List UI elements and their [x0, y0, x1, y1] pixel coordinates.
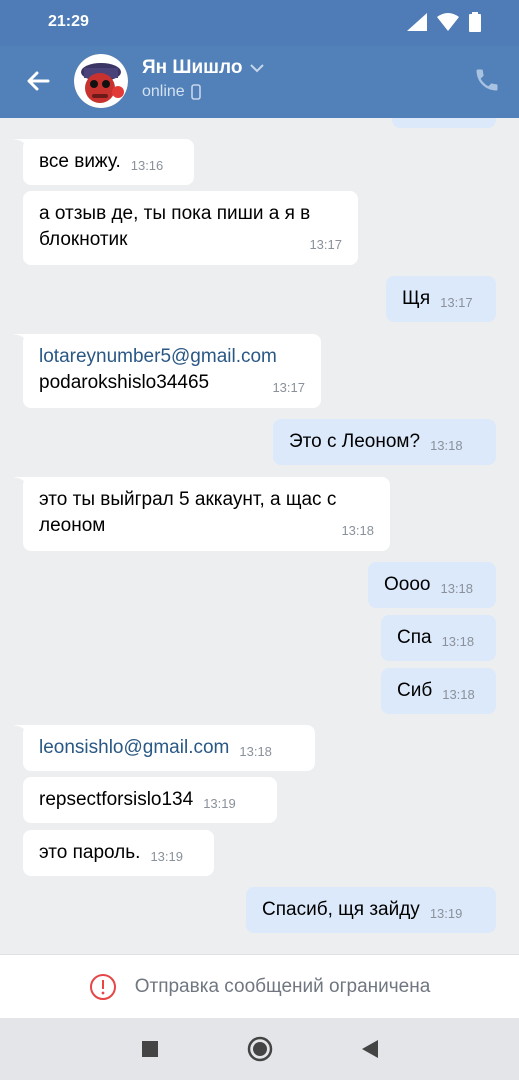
- message-text: а отзыв де, ты пока пиши а я в: [39, 203, 311, 224]
- message-bubble[interactable]: это пароль. 13:19: [23, 830, 214, 876]
- system-nav-bar: [0, 1018, 519, 1080]
- restriction-text: Отправка сообщений ограничена: [134, 975, 431, 997]
- message-bubble[interactable]: lotareynumber5@gmail.com podarokshislo34…: [14, 334, 321, 408]
- status-bar: 21:29: [0, 0, 519, 46]
- message-text: все вижу.: [39, 151, 121, 172]
- message-time: 13:17: [309, 237, 342, 252]
- message-text: блокнотик: [39, 229, 128, 250]
- avatar[interactable]: [74, 54, 128, 108]
- message-text: это ты выйграл 5 аккаунт, а щас с: [39, 489, 337, 510]
- message-text: Оооо: [384, 574, 431, 595]
- back-nav-button[interactable]: [355, 1034, 385, 1064]
- message-time: 13:18: [442, 687, 475, 702]
- message-bubble[interactable]: Спа 13:18: [381, 615, 496, 661]
- message-text: Щя: [402, 288, 431, 309]
- call-button[interactable]: [473, 66, 501, 94]
- message-bubble[interactable]: Это с Леоном? 13:18: [273, 419, 496, 465]
- message-time: 13:18: [239, 744, 272, 759]
- message-bubble[interactable]: Сиб 13:18: [381, 668, 496, 714]
- wifi-icon: [437, 13, 459, 31]
- signal-icon: [407, 13, 427, 31]
- chat-header: Ян Шишло online: [0, 46, 519, 118]
- message-text: леоном: [39, 515, 106, 536]
- message-bubble[interactable]: repsectforsislo134 13:19: [23, 777, 277, 823]
- contact-name-label: Ян Шишло: [142, 57, 243, 78]
- message-time: 13:19: [429, 906, 463, 921]
- battery-icon: [469, 12, 481, 32]
- home-button[interactable]: [245, 1034, 275, 1064]
- messaging-restricted-bar: Отправка сообщений ограничена: [0, 954, 519, 1018]
- contact-name[interactable]: Ян Шишло: [142, 57, 265, 79]
- message-bubble[interactable]: Щя 13:17: [386, 276, 496, 322]
- chevron-down-icon: [250, 64, 265, 73]
- recents-button[interactable]: [135, 1034, 165, 1064]
- message-bubble[interactable]: Спасиб, щя зайду 13:19: [246, 887, 496, 933]
- message-list[interactable]: все вижу. 13:16 а отзыв де, ты пока пиши …: [0, 118, 519, 954]
- message-text: Это с Леоном?: [289, 431, 421, 452]
- status-icons: [407, 12, 481, 32]
- contact-status-label: online: [142, 83, 185, 100]
- back-button[interactable]: [22, 65, 54, 97]
- contact-status: online: [142, 83, 201, 101]
- message-text: это пароль.: [39, 842, 141, 863]
- message-text: Спасиб, щя зайду: [262, 899, 420, 920]
- message-text: Сиб: [397, 680, 433, 701]
- message-time: 13:18: [430, 438, 463, 453]
- circle-icon: [247, 1036, 272, 1062]
- message-text: repsectforsislo134: [39, 789, 194, 810]
- avatar-image: [74, 54, 128, 108]
- message-time: 13:17: [440, 295, 473, 310]
- message-time: 13:16: [130, 158, 164, 173]
- message-time: 13:19: [150, 849, 183, 864]
- message-time: 13:18: [341, 523, 374, 538]
- message-time: 13:18: [441, 634, 475, 649]
- message-text: podarokshislo34465: [39, 372, 210, 393]
- message-time: 13:19: [203, 796, 236, 811]
- status-time: 21:29: [48, 13, 89, 30]
- message-time: 13:17: [272, 380, 305, 395]
- message-text: Спа: [397, 627, 432, 648]
- message-bubble[interactable]: это ты выйграл 5 аккаунт, а щас с леоном…: [14, 477, 390, 551]
- arrow-left-icon: [27, 71, 50, 91]
- partial-message: [392, 118, 496, 128]
- message-email-link[interactable]: lotareynumber5@gmail.com: [39, 344, 305, 370]
- message-email-link[interactable]: leonsishlo@gmail.com: [39, 737, 229, 758]
- square-icon: [141, 1041, 158, 1057]
- message-bubble[interactable]: все вижу. 13:16: [14, 139, 194, 185]
- message-bubble[interactable]: leonsishlo@gmail.com 13:18: [14, 725, 315, 771]
- exclamation-circle-icon: [89, 973, 116, 1000]
- phone-icon: [476, 69, 498, 91]
- message-time: 13:18: [440, 581, 474, 596]
- message-bubble[interactable]: Оооо 13:18: [368, 562, 496, 608]
- triangle-left-icon: [361, 1040, 378, 1058]
- message-bubble[interactable]: а отзыв де, ты пока пиши а я в блокнотик…: [23, 191, 358, 265]
- mobile-icon: [190, 84, 201, 100]
